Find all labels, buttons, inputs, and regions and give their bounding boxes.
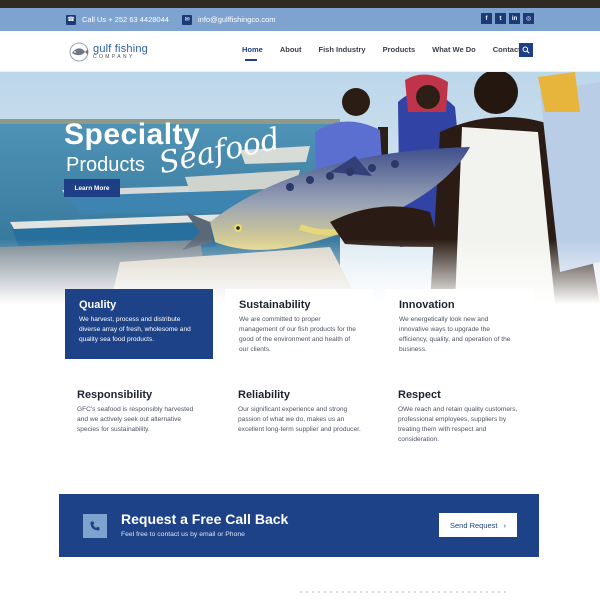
send-request-label: Send Request xyxy=(449,520,498,530)
feature-responsibility: Responsibility GFC's seafood is responsi… xyxy=(77,389,201,435)
top-contact-bar: ☎ Call Us + 252 63 4428044 ✉ info@gulffi… xyxy=(0,8,600,31)
site-logo[interactable]: gulf fishing COMPANY xyxy=(69,40,148,64)
feature-quality: Quality We harvest, process and distribu… xyxy=(65,289,213,359)
callback-subtitle: Feel free to contact us by email or Phon… xyxy=(121,531,245,538)
feature-title: Respect xyxy=(398,389,441,401)
nav-item-contact[interactable]: Contact xyxy=(493,45,521,54)
hero-banner: Specialty Products Seafood Learn More xyxy=(0,72,600,304)
nav-item-home[interactable]: Home xyxy=(242,45,263,61)
linkedin-icon[interactable]: in xyxy=(509,13,520,24)
top-dark-strip xyxy=(0,0,600,8)
logo-text-primary: gulf fishing xyxy=(93,43,148,55)
phone-contact[interactable]: ☎ Call Us + 252 63 4428044 xyxy=(66,13,169,26)
nav-item-products[interactable]: Products xyxy=(383,45,416,54)
send-request-button[interactable]: Send Request › xyxy=(439,513,517,537)
nav-menu: Home About Fish Industry Products What W… xyxy=(242,45,521,61)
main-navigation: gulf fishing COMPANY Home About Fish Ind… xyxy=(0,31,600,72)
nav-item-fish-industry[interactable]: Fish Industry xyxy=(319,45,366,54)
phone-icon xyxy=(83,514,107,538)
chevron-right-icon: › xyxy=(503,520,507,530)
envelope-icon: ✉ xyxy=(182,14,192,25)
feature-reliability: Reliability Our significant experience a… xyxy=(238,389,362,435)
hero-subtitle: Products xyxy=(66,154,145,176)
feature-title: Quality xyxy=(79,299,117,311)
facebook-icon[interactable]: f xyxy=(481,13,492,24)
nav-item-about[interactable]: About xyxy=(280,45,302,54)
instagram-icon[interactable]: ◎ xyxy=(523,13,534,24)
callback-banner: Request a Free Call Back Feel free to co… xyxy=(59,494,539,557)
phone-icon: ☎ xyxy=(66,14,76,25)
feature-respect: Respect OWe reach and retain quality cus… xyxy=(398,389,522,445)
feature-title: Responsibility xyxy=(77,389,153,401)
feature-text: We energetically look new and innovative… xyxy=(399,316,511,353)
feature-text: We harvest, process and distribute diver… xyxy=(79,316,191,343)
feature-innovation: Innovation We energetically look new and… xyxy=(385,289,533,361)
email-address[interactable]: info@gulffishingco.com xyxy=(198,15,276,24)
learn-more-button[interactable]: Learn More xyxy=(64,179,120,197)
email-contact[interactable]: ✉ info@gulffishingco.com xyxy=(182,13,276,26)
phone-number[interactable]: Call Us + 252 63 4428044 xyxy=(82,15,169,24)
search-icon xyxy=(522,46,530,54)
feature-sustainability: Sustainability We are committed to prope… xyxy=(225,289,373,361)
search-button[interactable] xyxy=(519,43,533,57)
social-links: f t in ◎ xyxy=(481,13,534,24)
feature-text: OWe reach and retain quality customers, … xyxy=(398,406,518,443)
nav-item-what-we-do[interactable]: What We Do xyxy=(432,45,476,54)
twitter-icon[interactable]: t xyxy=(495,13,506,24)
fish-logo-icon xyxy=(69,42,89,62)
feature-title: Reliability xyxy=(238,389,290,401)
feature-text: We are committed to proper management of… xyxy=(239,316,356,353)
footer-dotted-divider xyxy=(298,591,510,593)
feature-text: GFC's seafood is responsibly harvested a… xyxy=(77,406,194,433)
callback-title: Request a Free Call Back xyxy=(121,511,289,527)
feature-title: Innovation xyxy=(399,299,455,311)
feature-text: Our significant experience and strong pa… xyxy=(238,406,361,433)
feature-title: Sustainability xyxy=(239,299,311,311)
